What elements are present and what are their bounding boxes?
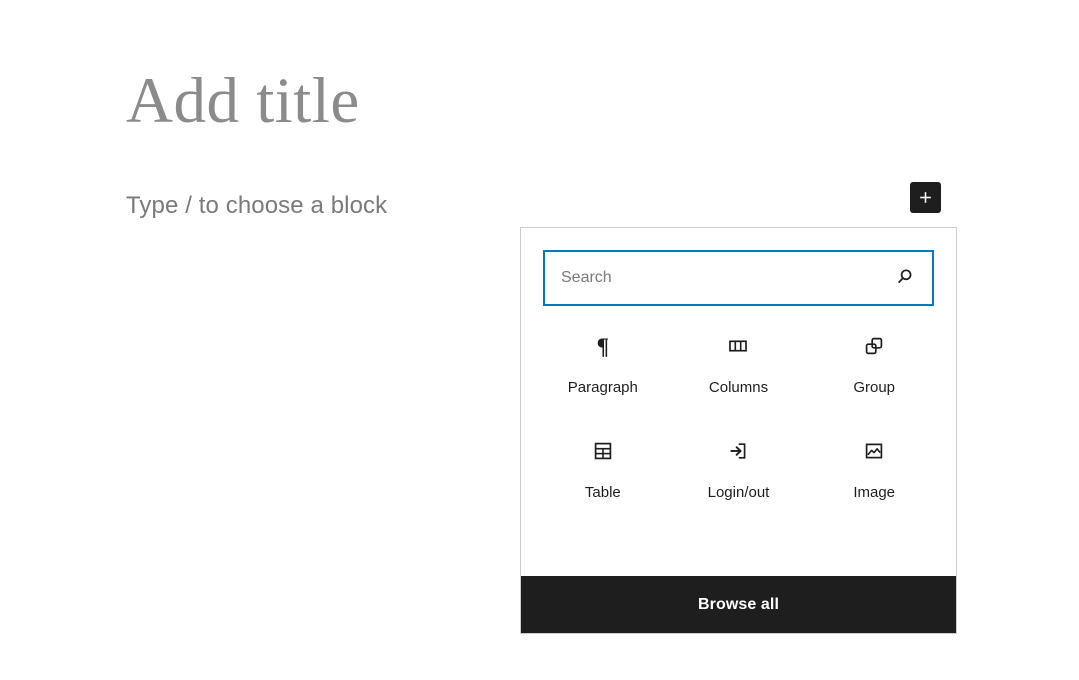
table-grid-icon [591, 439, 615, 463]
block-item-label: Paragraph [567, 379, 638, 396]
block-item-login-out[interactable]: Login/out [671, 429, 807, 506]
block-type-grid: ¶ Paragraph Columns Group Table Login/ou… [535, 324, 942, 506]
editor-canvas: Add title Type / to choose a block Searc… [0, 0, 1079, 680]
columns-icon [726, 334, 750, 358]
search-input[interactable] [545, 252, 890, 304]
block-item-paragraph[interactable]: ¶ Paragraph [535, 324, 671, 401]
image-picture-icon [862, 439, 886, 463]
block-item-group[interactable]: Group [806, 324, 942, 401]
paragraph-pilcrow-icon: ¶ [596, 333, 610, 359]
block-item-label: Columns [708, 379, 769, 396]
plus-icon [917, 189, 934, 206]
block-item-table[interactable]: Table [535, 429, 671, 506]
inserter-search-area [521, 228, 956, 306]
block-inserter-popover: ¶ Paragraph Columns [520, 227, 957, 634]
search-field-wrapper[interactable] [543, 250, 934, 306]
login-arrow-icon [726, 439, 750, 463]
block-item-label: Table [584, 484, 621, 501]
empty-block-prompt[interactable]: Type / to choose a block [126, 189, 387, 223]
browse-all-button[interactable]: Browse all [521, 576, 956, 633]
block-item-label: Login/out [707, 484, 770, 501]
block-item-image[interactable]: Image [806, 429, 942, 506]
post-title-placeholder[interactable]: Add title [126, 62, 826, 140]
block-item-label: Image [853, 484, 896, 501]
group-overlapping-squares-icon [862, 334, 886, 358]
block-item-label: Group [853, 379, 896, 396]
add-block-button[interactable] [910, 182, 941, 213]
block-grid-area: ¶ Paragraph Columns Group Table Login/ou… [521, 306, 956, 576]
search-button[interactable] [890, 252, 932, 304]
search-icon [894, 266, 916, 291]
block-item-columns[interactable]: Columns [671, 324, 807, 401]
